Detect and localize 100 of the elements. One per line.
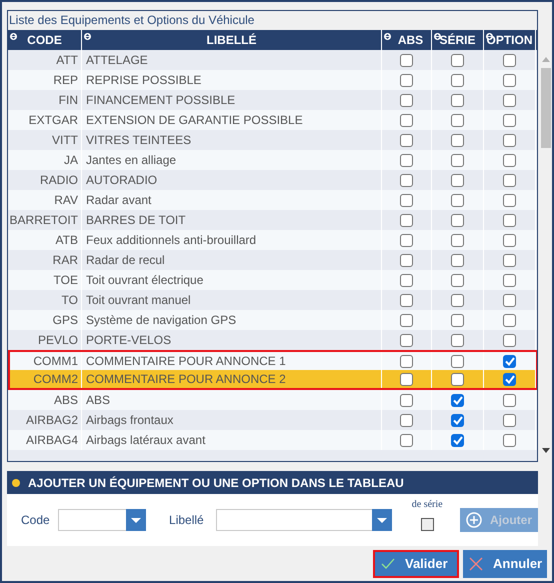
checkbox[interactable] <box>503 274 516 286</box>
checkbox[interactable] <box>451 314 464 326</box>
table-row[interactable]: TOE Toit ouvrant électrique <box>8 270 537 290</box>
table-row[interactable]: GPS Système de navigation GPS <box>8 310 537 330</box>
checkbox[interactable] <box>451 174 464 186</box>
checkbox[interactable] <box>400 134 413 146</box>
code-cell-text: GPS <box>52 312 78 329</box>
checkbox[interactable] <box>451 54 464 66</box>
code-cell-text: RAR <box>52 252 78 269</box>
checkbox[interactable] <box>400 74 413 86</box>
checkbox[interactable] <box>451 372 464 386</box>
serie-checkbox[interactable] <box>420 518 434 531</box>
table-row[interactable]: BARRETOIT BARRES DE TOIT <box>8 210 537 230</box>
checkbox[interactable] <box>503 414 516 426</box>
label-cell-text: VITRES TEINTEES <box>86 132 192 149</box>
section-title: AJOUTER UN ÉQUIPEMENT OU UNE OPTION DANS LE TABLEAU <box>28 474 404 492</box>
checkbox[interactable] <box>503 74 516 86</box>
sort-icon[interactable] <box>434 33 441 40</box>
checkbox[interactable] <box>451 254 464 266</box>
checkbox[interactable] <box>451 414 464 426</box>
cancel-button[interactable]: Annuler <box>463 550 547 578</box>
checkbox[interactable] <box>451 394 464 406</box>
table-row[interactable]: COMM2 COMMENTAIRE POUR ANNONCE 2 <box>8 370 537 390</box>
checkbox[interactable] <box>400 234 413 246</box>
checkbox[interactable] <box>503 214 516 226</box>
checkbox[interactable] <box>400 372 413 386</box>
checkbox[interactable] <box>503 194 516 206</box>
code-cell-text: ATB <box>56 232 78 249</box>
checkbox[interactable] <box>400 314 413 326</box>
checkbox[interactable] <box>503 334 516 346</box>
checkbox[interactable] <box>503 54 516 66</box>
code-cell-text: TO <box>62 292 78 309</box>
checkbox[interactable] <box>503 114 516 126</box>
checkbox[interactable] <box>400 354 413 368</box>
checkbox[interactable] <box>400 54 413 66</box>
label-cell-text: COMMENTAIRE POUR ANNONCE 2 <box>86 371 286 388</box>
label-cell-text: COMMENTAIRE POUR ANNONCE 1 <box>86 353 286 370</box>
checkbox[interactable] <box>503 254 516 266</box>
label-cell-text: ATTELAGE <box>86 52 148 69</box>
checkbox[interactable] <box>451 334 464 346</box>
checkbox[interactable] <box>400 94 413 106</box>
checkbox[interactable] <box>400 174 413 186</box>
libelle-label: Libellé <box>169 512 204 529</box>
checkbox[interactable] <box>451 154 464 166</box>
label-cell-text: FINANCEMENT POSSIBLE <box>86 92 236 109</box>
checkbox[interactable] <box>503 294 516 306</box>
checkbox[interactable] <box>451 94 464 106</box>
checkbox[interactable] <box>451 274 464 286</box>
sort-icon[interactable] <box>10 33 17 40</box>
checkbox[interactable] <box>451 194 464 206</box>
table-row[interactable]: RAV Radar avant <box>8 190 537 210</box>
label-cell-text: AUTORADIO <box>86 172 158 189</box>
table-row[interactable]: REP REPRISE POSSIBLE <box>8 70 537 90</box>
checkbox[interactable] <box>400 294 413 306</box>
checkbox[interactable] <box>503 94 516 106</box>
scrollbar-thumb[interactable] <box>541 68 551 148</box>
code-combo[interactable] <box>58 509 146 531</box>
checkbox[interactable] <box>503 394 516 406</box>
checkbox[interactable] <box>503 434 516 446</box>
table-row[interactable]: AIRBAG4 Airbags latéraux avant <box>8 430 537 450</box>
sort-icon[interactable] <box>84 33 91 40</box>
validate-button[interactable]: Valider <box>373 550 459 578</box>
sort-icon[interactable] <box>384 33 391 40</box>
checkbox[interactable] <box>503 134 516 146</box>
table-row[interactable]: COMM1 COMMENTAIRE POUR ANNONCE 1 <box>8 350 537 370</box>
libelle-combo[interactable] <box>216 509 392 531</box>
checkbox[interactable] <box>503 154 516 166</box>
checkbox[interactable] <box>400 334 413 346</box>
checkbox[interactable] <box>451 114 464 126</box>
table-row[interactable]: ABS ABS <box>8 390 537 410</box>
checkbox[interactable] <box>400 254 413 266</box>
checkbox[interactable] <box>503 314 516 326</box>
checkbox[interactable] <box>400 154 413 166</box>
checkbox[interactable] <box>400 194 413 206</box>
checkbox[interactable] <box>400 394 413 406</box>
table-row[interactable]: EXTGAR EXTENSION DE GARANTIE POSSIBLE <box>8 110 537 130</box>
checkbox[interactable] <box>451 294 464 306</box>
scroll-down-icon[interactable] <box>542 448 550 453</box>
checkbox[interactable] <box>503 354 516 368</box>
label-cell-text: Airbags latéraux avant <box>86 432 206 449</box>
checkbox[interactable] <box>451 74 464 86</box>
checkbox[interactable] <box>451 434 464 446</box>
checkbox[interactable] <box>451 354 464 368</box>
table-row[interactable]: JA Jantes en alliage <box>8 150 537 170</box>
checkbox[interactable] <box>400 434 413 446</box>
table-row[interactable]: ATB Feux additionnels anti-brouillard <box>8 230 537 250</box>
label-cell-text: Jantes en alliage <box>86 152 176 169</box>
checkbox[interactable] <box>400 414 413 426</box>
dropdown-button[interactable] <box>372 509 392 531</box>
dropdown-button[interactable] <box>126 509 146 531</box>
checkbox[interactable] <box>400 214 413 226</box>
checkbox[interactable] <box>400 274 413 286</box>
caret-icon <box>377 518 388 522</box>
checkbox[interactable] <box>451 214 464 226</box>
checkbox[interactable] <box>400 114 413 126</box>
checkbox[interactable] <box>451 234 464 246</box>
checkbox[interactable] <box>503 174 516 186</box>
checkbox[interactable] <box>451 134 464 146</box>
checkbox[interactable] <box>503 372 516 386</box>
checkbox[interactable] <box>503 234 516 246</box>
